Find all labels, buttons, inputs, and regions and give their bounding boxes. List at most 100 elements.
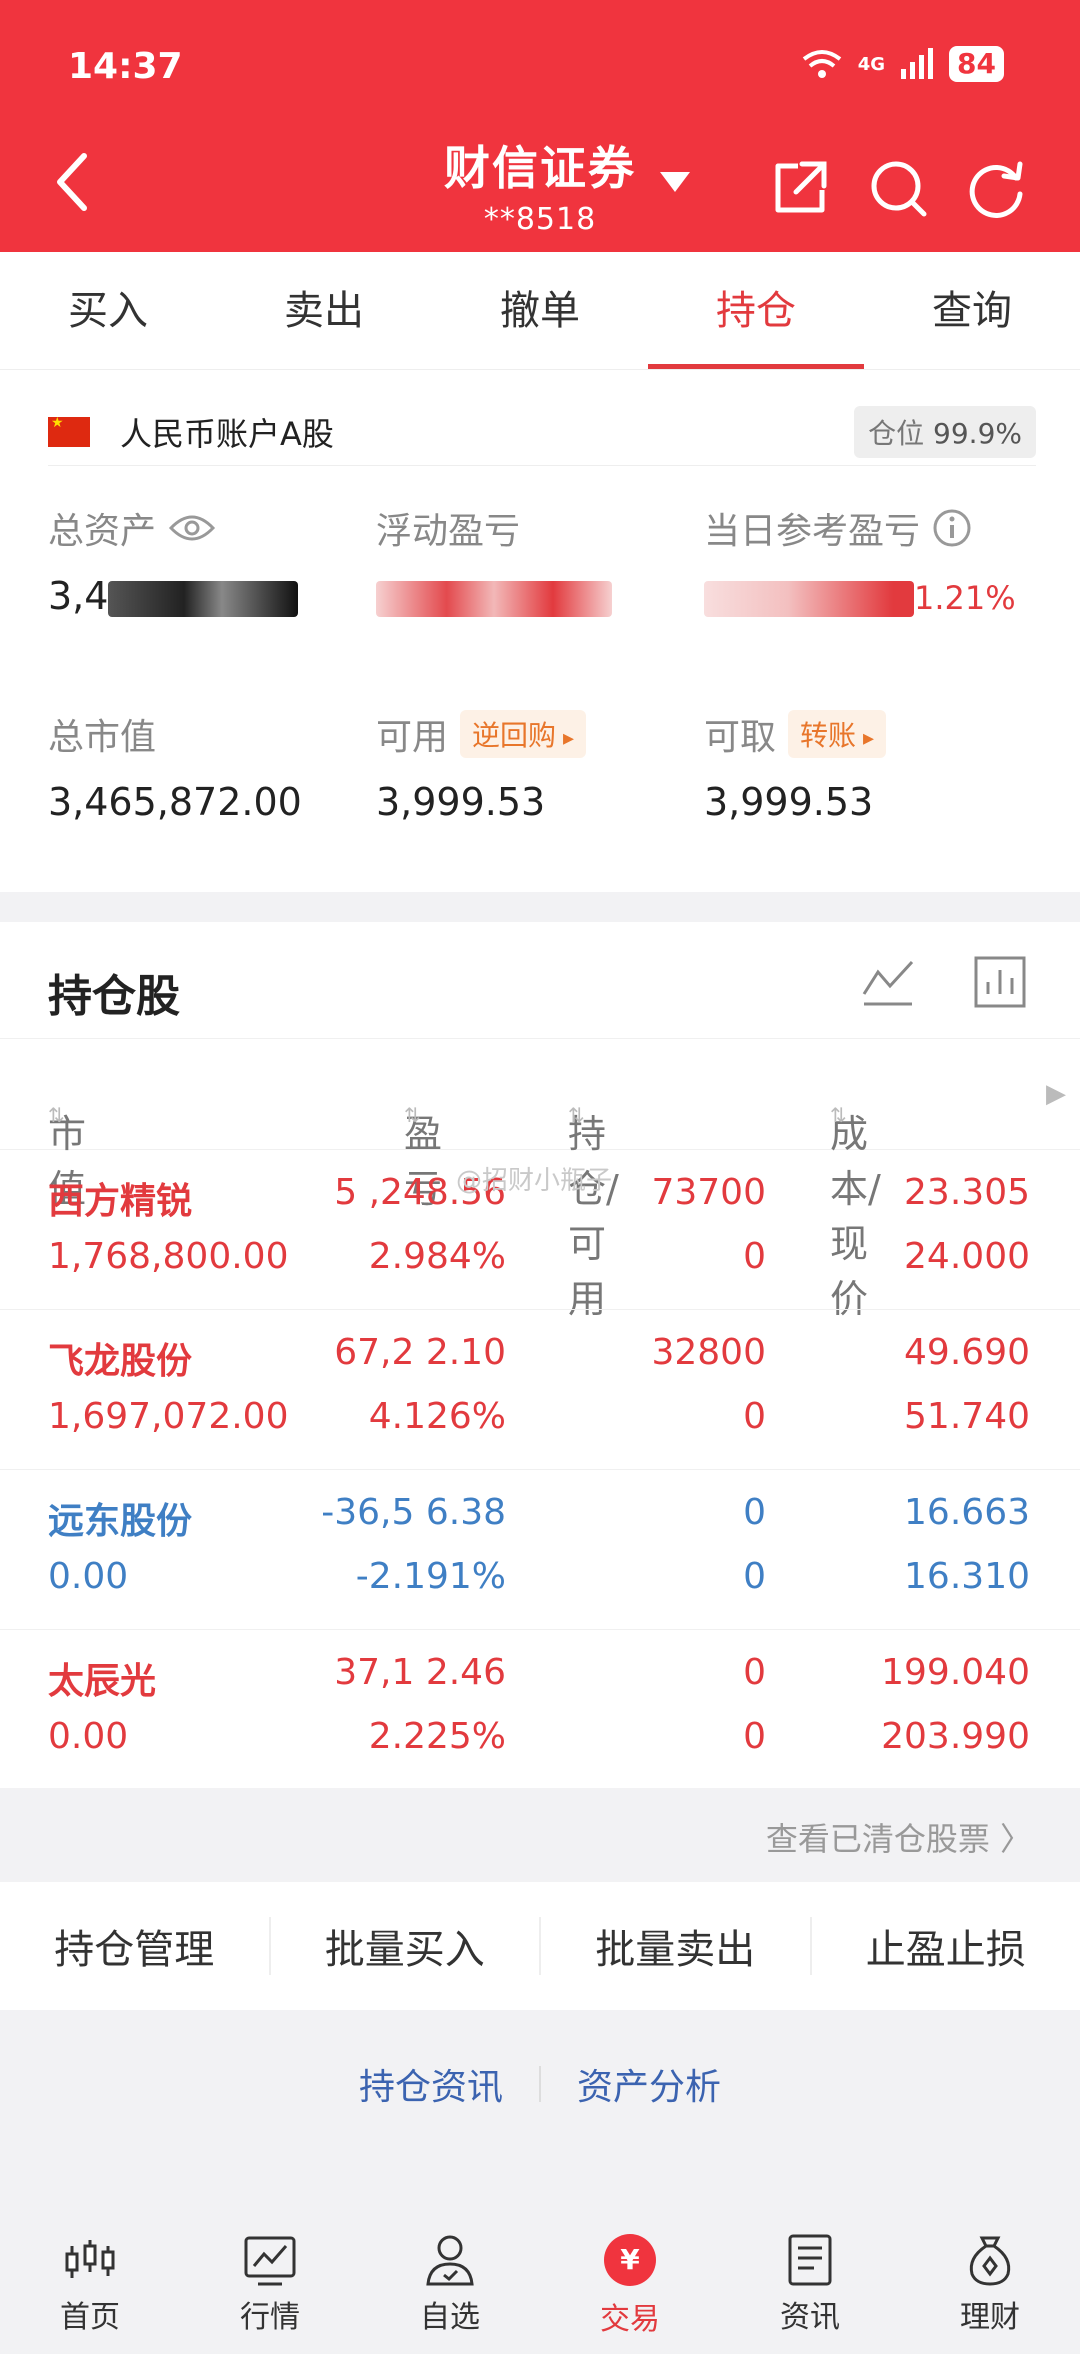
stock-pl-percent: 2.984%	[368, 1236, 506, 1277]
holdings-header: 市值 ⇅ 盈亏 ⇅ 持仓/可用 ⇅ 成本/现价 ⇅ ▶	[0, 1038, 1080, 1321]
tab-buy[interactable]: 买入	[0, 252, 216, 369]
nav-wealth[interactable]: 理财	[900, 2214, 1080, 2354]
redaction-mask	[376, 580, 612, 617]
search-icon[interactable]	[866, 156, 930, 220]
signal-icon	[901, 48, 934, 79]
share-icon[interactable]	[768, 156, 832, 220]
stock-available: 0	[743, 1556, 766, 1597]
available-amount: 3,999.53	[376, 780, 546, 824]
tab-query[interactable]: 查询	[864, 252, 1080, 369]
table-row[interactable]: 飞龙股份 67,2 2.10 32800 49.690 1,697,072.00…	[0, 1310, 1080, 1470]
stock-cost: 49.690	[904, 1332, 1030, 1373]
back-icon[interactable]	[52, 152, 92, 212]
account-summary: 人民币账户A股 仓位 99.9% 总资产 3,4 浮动盈亏 当日参考盈亏 1.2…	[0, 370, 1080, 892]
battery-indicator: 84	[949, 46, 1004, 82]
position-ratio-badge: 仓位 99.9%	[854, 405, 1036, 458]
tab-sell[interactable]: 卖出	[216, 252, 432, 369]
stock-position: 0	[743, 1652, 766, 1693]
stock-market-value: 1,768,800.00	[48, 1236, 289, 1277]
total-assets: 总资产 3,4	[48, 504, 299, 618]
dropdown-caret-icon[interactable]	[660, 172, 690, 192]
info-icon[interactable]	[932, 508, 972, 548]
china-flag-icon	[48, 415, 90, 447]
stock-pl: -36,5 6.38	[321, 1492, 506, 1533]
account-switcher[interactable]: 财信证券 **8518	[390, 132, 690, 237]
total-assets-value: 3,4	[48, 574, 109, 618]
stock-pl-percent: -2.191%	[355, 1556, 506, 1597]
withdrawable-funds: 可取 转账 3,999.53	[704, 710, 887, 824]
stock-cost: 16.663	[904, 1492, 1030, 1533]
stock-name: 远东股份	[48, 1501, 193, 1542]
status-icons: 4G 84	[800, 46, 1004, 82]
refresh-icon[interactable]	[964, 156, 1028, 220]
money-bag-icon	[969, 2236, 1011, 2286]
batch-buy-button[interactable]: 批量买入	[271, 1917, 541, 1975]
wifi-icon	[802, 50, 841, 78]
document-icon	[788, 2234, 832, 2286]
market-value: 总市值 3,465,872.00	[48, 710, 302, 824]
sort-icon: ⇅	[568, 1103, 585, 1127]
eye-icon[interactable]	[168, 512, 216, 544]
scroll-right-icon[interactable]: ▶	[1046, 1079, 1066, 1109]
app-header: 14:37 4G 84 财信证券 **8518	[0, 0, 1080, 252]
stock-price: 24.000	[904, 1236, 1030, 1277]
market-value-label: 总市值	[48, 717, 157, 758]
watermark: @招财小瓶子	[456, 1166, 613, 1196]
stock-price: 16.310	[904, 1556, 1030, 1597]
position-ratio-value: 99.9%	[933, 416, 1022, 450]
stock-position: 0	[743, 1492, 766, 1533]
line-chart-icon[interactable]	[860, 954, 916, 1010]
daily-pl-percent: 1.21%	[914, 579, 1016, 617]
account-row: 人民币账户A股 仓位 99.9%	[48, 398, 1036, 466]
available-funds: 可用 逆回购 3,999.53	[376, 710, 587, 824]
stock-name: 飞龙股份	[48, 1341, 193, 1382]
bar-chart-icon[interactable]	[972, 954, 1028, 1010]
floating-pl-label: 浮动盈亏	[376, 511, 521, 552]
status-time: 14:37	[68, 46, 183, 87]
tab-holdings[interactable]: 持仓	[648, 252, 864, 369]
nav-trade[interactable]: ¥ 交易	[540, 2214, 720, 2354]
nav-label: 自选	[420, 2300, 480, 2335]
cleared-stocks-bar: 查看已清仓股票 〉	[0, 1788, 1080, 1882]
total-assets-label: 总资产	[48, 511, 157, 552]
withdrawable-amount: 3,999.53	[704, 780, 874, 824]
transfer-button[interactable]: 转账	[788, 710, 887, 758]
stock-available: 0	[743, 1716, 766, 1757]
stock-market-value: 1,697,072.00	[48, 1396, 289, 1437]
cleared-stocks-link[interactable]: 查看已清仓股票 〉	[766, 1814, 1032, 1860]
stop-profit-loss-button[interactable]: 止盈止损	[812, 1917, 1080, 1975]
table-row[interactable]: 远东股份 -36,5 6.38 0 16.663 0.00 -2.191% 0 …	[0, 1470, 1080, 1630]
stock-price: 51.740	[904, 1396, 1030, 1437]
stock-cost: 23.305	[904, 1172, 1030, 1213]
stock-position: 32800	[651, 1332, 766, 1373]
redaction-mask	[108, 580, 299, 617]
stock-name: 西方精锐	[48, 1181, 193, 1222]
asset-analysis-link[interactable]: 资产分析	[541, 2058, 757, 2110]
reverse-repo-button[interactable]: 逆回购	[460, 710, 587, 758]
nav-watchlist[interactable]: 自选	[360, 2214, 540, 2354]
floating-pl: 浮动盈亏	[376, 504, 612, 618]
nav-label: 行情	[240, 2300, 300, 2335]
nav-home[interactable]: 首页	[0, 2214, 180, 2354]
stock-market-value: 0.00	[48, 1716, 129, 1757]
yuan-coin-icon: ¥	[604, 2234, 656, 2286]
nav-label: 交易	[600, 2302, 660, 2337]
stock-pl-percent: 2.225%	[368, 1716, 506, 1757]
account-name: 人民币账户A股	[120, 414, 334, 453]
tab-cancel[interactable]: 撤单	[432, 252, 648, 369]
withdrawable-label: 可取	[704, 717, 777, 758]
batch-sell-button[interactable]: 批量卖出	[541, 1917, 812, 1975]
nav-market[interactable]: 行情	[180, 2214, 360, 2354]
manage-holdings-button[interactable]: 持仓管理	[0, 1917, 271, 1975]
table-row[interactable]: 太辰光 37,1 2.46 0 199.040 0.00 2.225% 0 20…	[0, 1630, 1080, 1790]
stock-market-value: 0.00	[48, 1556, 129, 1597]
candlestick-icon	[65, 2240, 115, 2278]
holdings-news-link[interactable]: 持仓资讯	[323, 2058, 539, 2110]
stock-available: 0	[743, 1236, 766, 1277]
stock-price: 203.990	[881, 1716, 1030, 1757]
nav-news[interactable]: 资讯	[720, 2214, 900, 2354]
stock-pl-percent: 4.126%	[368, 1396, 506, 1437]
nav-label: 资讯	[780, 2300, 840, 2335]
stock-name: 太辰光	[48, 1661, 157, 1702]
bottom-nav: 首页 行情 自选 ¥ 交易 资讯 理财	[0, 2214, 1080, 2354]
